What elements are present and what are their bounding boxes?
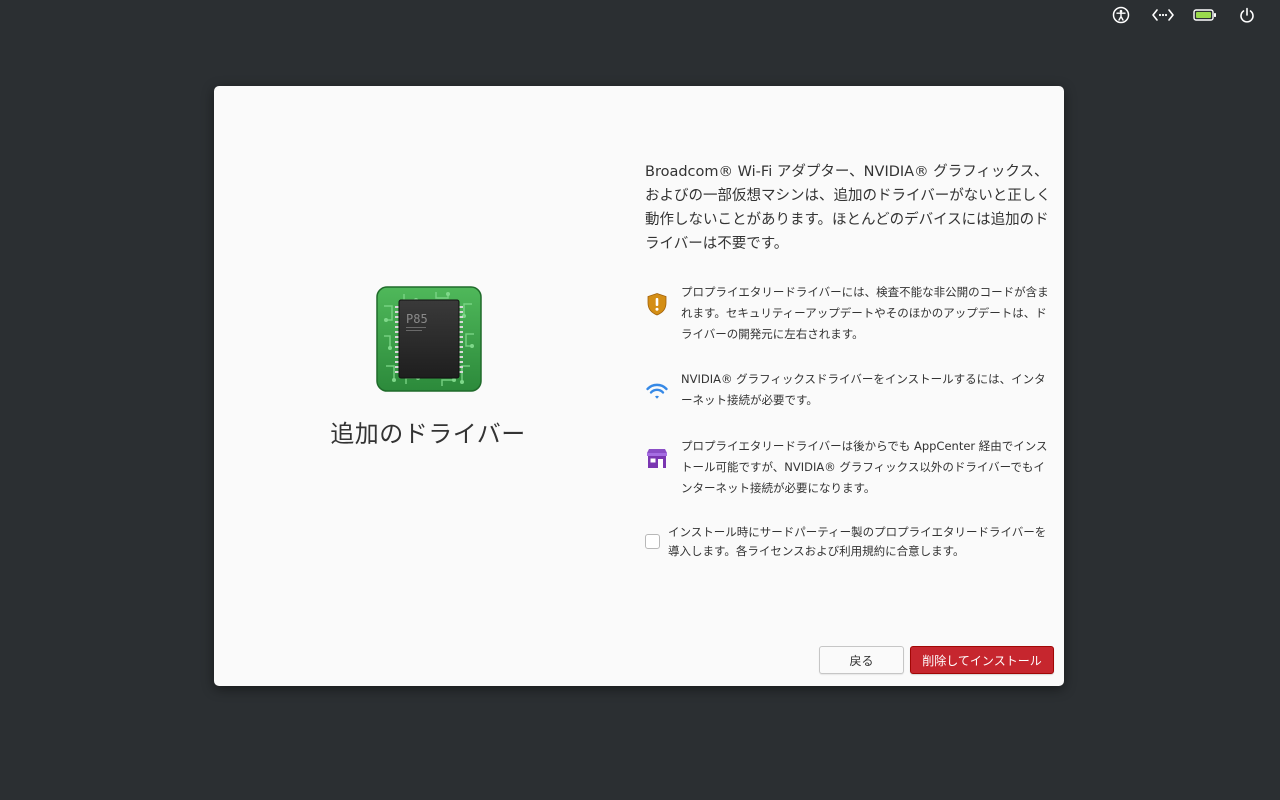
appcenter-icon bbox=[645, 446, 669, 470]
notice-text: プロプライエタリードライバーは後からでも AppCenter 経由でインストール… bbox=[681, 439, 1048, 495]
battery-icon[interactable] bbox=[1184, 0, 1226, 30]
accessibility-icon[interactable] bbox=[1100, 0, 1142, 30]
security-warning-icon bbox=[645, 292, 669, 316]
consent-row: インストール時にサードパーティー製のプロプライエタリードライバーを導入します。各… bbox=[645, 522, 1055, 561]
power-icon[interactable] bbox=[1226, 0, 1268, 30]
header-area: P85 追加のドライバー bbox=[214, 86, 642, 686]
notice-proprietary: プロプライエタリードライバーには、検査不能な非公開のコードが含まれます。セキュリ… bbox=[645, 282, 1055, 345]
notice-appcenter: プロプライエタリードライバーは後からでも AppCenter 経由でインストール… bbox=[645, 436, 1055, 499]
consent-checkbox[interactable] bbox=[645, 534, 660, 549]
description-text: Broadcom® Wi-Fi アダプター、NVIDIA® グラフィックス、およ… bbox=[645, 164, 1051, 252]
chip-label: P85 bbox=[406, 312, 428, 326]
notice-text: プロプライエタリードライバーには、検査不能な非公開のコードが含まれます。セキュリ… bbox=[681, 285, 1049, 341]
erase-and-install-button[interactable]: 削除してインストール bbox=[910, 646, 1054, 674]
content-area: Broadcom® Wi-Fi アダプター、NVIDIA® グラフィックス、およ… bbox=[645, 86, 1055, 686]
installer-window: P85 追加のドライバー Broadcom® Wi-Fi アダプター、NVIDI… bbox=[214, 86, 1064, 686]
notice-text: NVIDIA® グラフィックスドライバーをインストールするには、インターネット接… bbox=[681, 372, 1046, 407]
system-tray bbox=[1100, 0, 1280, 30]
back-button[interactable]: 戻る bbox=[819, 646, 904, 674]
network-icon[interactable] bbox=[1142, 0, 1184, 30]
page-title: 追加のドライバー bbox=[330, 420, 526, 448]
notice-internet: NVIDIA® グラフィックスドライバーをインストールするには、インターネット接… bbox=[645, 369, 1055, 411]
consent-label[interactable]: インストール時にサードパーティー製のプロプライエタリードライバーを導入します。各… bbox=[668, 522, 1055, 561]
driver-chip-icon: P85 bbox=[376, 286, 482, 394]
wifi-icon bbox=[645, 379, 669, 403]
